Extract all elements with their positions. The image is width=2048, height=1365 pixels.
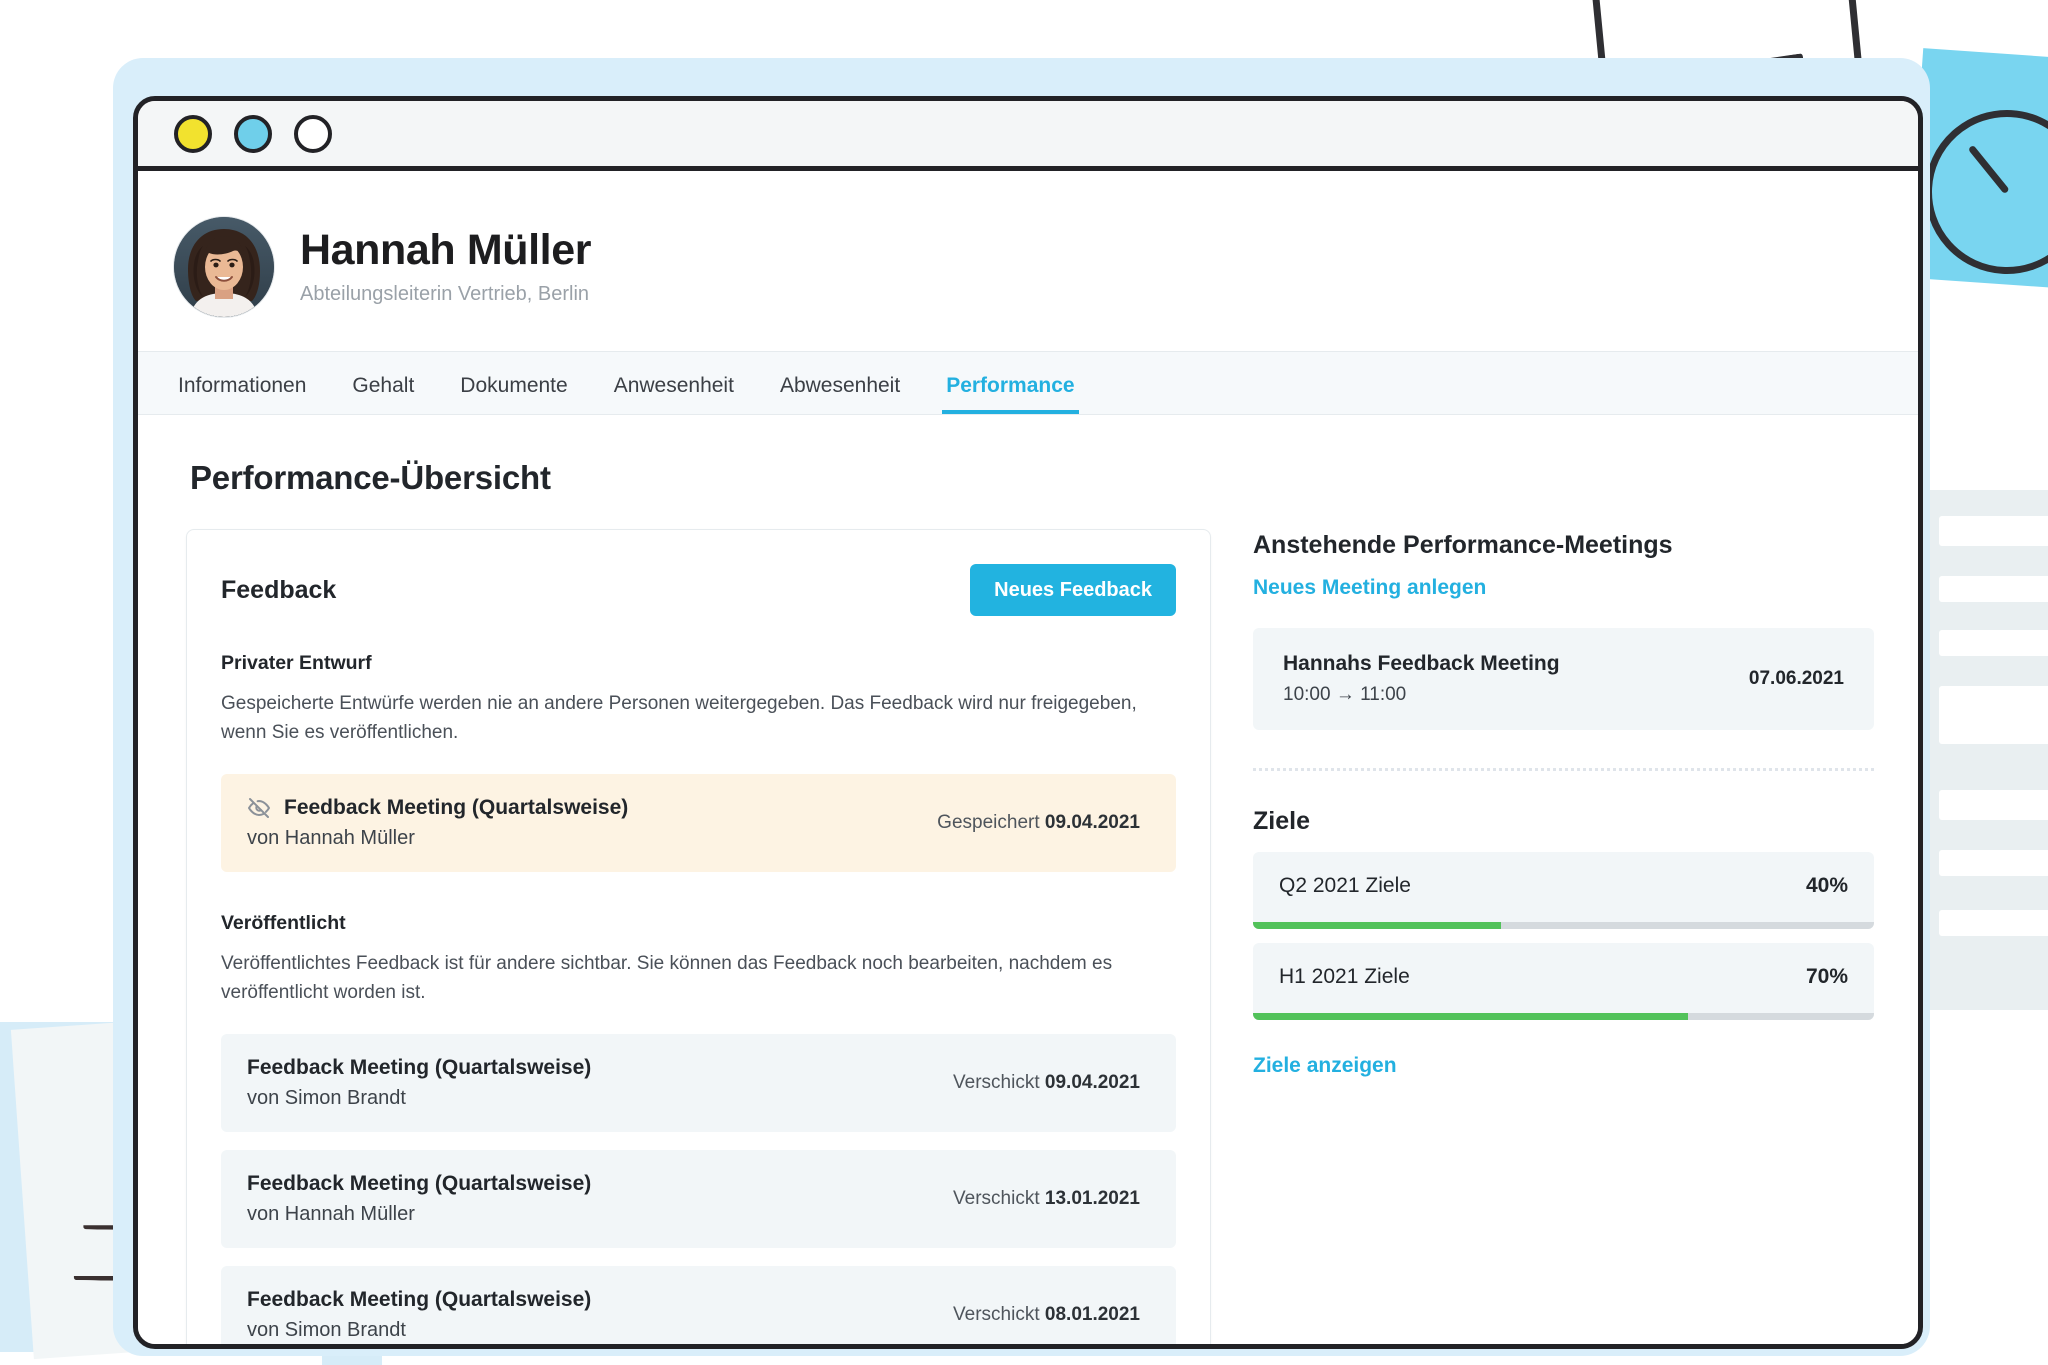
feedback-row-status-label: Verschickt (953, 1071, 1040, 1093)
window-body: Hannah Müller Abteilungsleiterin Vertrie… (138, 171, 1918, 1344)
draft-feedback-list: Feedback Meeting (Quartalsweise) von Hann… (221, 773, 1176, 872)
white-dot[interactable] (294, 114, 332, 153)
feedback-row-status: Verschickt 13.01.2021 (953, 1188, 1150, 1210)
feedback-row-title-text: Feedback Meeting (Quartalsweise) (247, 1055, 592, 1079)
feedback-row-author: von Simon Brandt (247, 1086, 406, 1109)
goal-progress-track (1253, 1013, 1874, 1020)
page-title-name: Hannah Müller (300, 226, 592, 275)
feedback-row-status-label: Verschickt (953, 1303, 1040, 1325)
feedback-row-date: 09.04.2021 (1044, 1071, 1140, 1093)
published-section-heading: Veröffentlicht (221, 911, 346, 934)
clock-hand (1967, 144, 2010, 195)
feedback-row-title: Feedback Meeting (Quartalsweise) (247, 1056, 591, 1080)
eye-off-icon (247, 796, 271, 820)
goal-row: Q2 2021 Ziele 40% (1253, 852, 1874, 922)
feedback-row-date: 08.01.2021 (1044, 1303, 1140, 1325)
goal-name: H1 2021 Ziele (1279, 965, 1410, 988)
yellow-dot[interactable] (174, 114, 218, 159)
meeting-row[interactable]: Hannahs Feedback Meeting 10:00 → 11:00 07.… (1253, 628, 1874, 730)
goal-row: H1 2021 Ziele 70% (1253, 943, 1874, 1013)
meeting-title: Hannahs Feedback Meeting (1283, 652, 1560, 675)
feedback-row-author: von Simon Brandt (247, 1318, 406, 1341)
browser-window: Hannah Müller Abteilungsleiterin Vertrie… (133, 96, 1923, 1349)
meetings-heading: Anstehende Performance-Meetings (1253, 531, 1673, 559)
feedback-row-text: Feedback Meeting (Quartalsweise) von Simo… (247, 1056, 591, 1110)
tab-informationen[interactable]: Informationen (174, 375, 310, 414)
feedback-row-status: Verschickt 08.01.2021 (953, 1304, 1150, 1326)
feedback-row-status-label: Verschickt (953, 1187, 1040, 1209)
tab-abwesenheit[interactable]: Abwesenheit (776, 375, 904, 414)
show-goals-link[interactable]: Ziele anzeigen (1253, 1054, 1397, 1078)
feedback-card: Feedback Neues Feedback Privater Entwurf… (186, 529, 1211, 1344)
published-feedback-list: Feedback Meeting (Quartalsweise) von Simo… (221, 1033, 1176, 1344)
meeting-date: 07.06.2021 (1748, 668, 1844, 689)
goal-item[interactable]: H1 2021 Ziele 70% (1253, 943, 1874, 1020)
goal-percent: 70% (1805, 965, 1848, 988)
feedback-row-title-text: Feedback Meeting (Quartalsweise) (247, 1287, 592, 1311)
feedback-row[interactable]: Feedback Meeting (Quartalsweise) von Simo… (221, 1265, 1176, 1344)
tab-dokumente[interactable]: Dokumente (456, 375, 571, 414)
feedback-card-header: Feedback Neues Feedback (221, 564, 1176, 616)
profile-header: Hannah Müller Abteilungsleiterin Vertrie… (138, 171, 1918, 351)
page-title: Performance-Übersicht (190, 459, 551, 496)
feedback-row-title-text: Feedback Meeting (Quartalsweise) (247, 1171, 592, 1195)
sidebar: Anstehende Performance-Meetings Neues Me… (1253, 529, 1874, 1078)
meeting-time: 10:00 → 11:00 (1283, 684, 1407, 705)
draft-section-description: Gespeicherte Entwürfe werden nie an ande… (221, 693, 1137, 744)
feedback-row-status: Verschickt 09.04.2021 (953, 1072, 1150, 1094)
profile-role: Abteilungsleiterin Vertrieb, Berlin (300, 282, 590, 305)
goals-list: Q2 2021 Ziele 40% H1 2021 Ziele 70% (1253, 852, 1874, 1020)
create-meeting-link[interactable]: Neues Meeting anlegen (1253, 576, 1486, 600)
window-titlebar (138, 101, 1918, 171)
feedback-row[interactable]: Feedback Meeting (Quartalsweise) von Simo… (221, 1033, 1176, 1132)
feedback-row-date: 13.01.2021 (1044, 1187, 1140, 1209)
tab-performance[interactable]: Performance (942, 375, 1079, 414)
published-section-description: Veröffentlichtes Feedback ist für andere… (221, 952, 1113, 1004)
feedback-row-date: 09.04.2021 (1044, 811, 1140, 833)
feedback-row[interactable]: Feedback Meeting (Quartalsweise) von Hann… (221, 773, 1176, 872)
avatar (174, 217, 274, 317)
tab-bar: Informationen Gehalt Dokumente Anwesenheit A… (138, 351, 1918, 415)
goal-progress-fill (1253, 1013, 1688, 1020)
feedback-row-title: Feedback Meeting (Quartalsweise) (247, 1172, 591, 1196)
meetings-list: Hannahs Feedback Meeting 10:00 → 11:00 07.… (1253, 628, 1874, 730)
goal-percent: 40% (1805, 874, 1848, 897)
columns: Feedback Neues Feedback Privater Entwurf… (186, 529, 1874, 1344)
tab-gehalt[interactable]: Gehalt (348, 375, 418, 414)
sidebar-divider (1253, 768, 1874, 771)
feedback-row-text: Feedback Meeting (Quartalsweise) von Hann… (247, 1172, 591, 1226)
draft-section-heading: Privater Entwurf (221, 652, 372, 674)
page-stage: Hannah Müller Abteilungsleiterin Vertrie… (0, 0, 2048, 1365)
new-feedback-button[interactable]: Neues Feedback (970, 564, 1176, 616)
feedback-row-status-label: Gespeichert (937, 811, 1040, 833)
tab-anwesenheit[interactable]: Anwesenheit (610, 375, 738, 414)
feedback-row[interactable]: Feedback Meeting (Quartalsweise) von Hann… (221, 1149, 1176, 1248)
goal-progress-track (1253, 922, 1874, 929)
goal-progress-fill (1253, 922, 1502, 929)
meeting-row-text: Hannahs Feedback Meeting 10:00 → 11:00 (1283, 652, 1560, 706)
feedback-row-text: Feedback Meeting (Quartalsweise) von Hann… (247, 796, 628, 850)
feedback-row-text: Feedback Meeting (Quartalsweise) von Simo… (247, 1288, 591, 1342)
feedback-row-title: Feedback Meeting (Quartalsweise) (247, 1288, 591, 1312)
feedback-row-author: von Hannah Müller (247, 826, 415, 849)
feedback-row-title: Feedback Meeting (Quartalsweise) (247, 796, 628, 820)
feedback-row-author: von Hannah Müller (247, 1202, 415, 1225)
goal-name: Q2 2021 Ziele (1279, 874, 1411, 897)
decor-card-right (1921, 490, 2048, 1010)
goal-item[interactable]: Q2 2021 Ziele 40% (1253, 852, 1874, 929)
feedback-row-title-text: Feedback Meeting (Quartalsweise) (284, 795, 629, 819)
profile-text: Hannah Müller Abteilungsleiterin Vertrie… (300, 228, 591, 305)
blue-dot[interactable] (234, 114, 278, 159)
goals-heading: Ziele (1253, 807, 1310, 835)
content-area: Performance-Übersicht Feedback Neues Fee… (138, 415, 1918, 1344)
feedback-row-status: Gespeichert 09.04.2021 (937, 812, 1150, 834)
feedback-card-title: Feedback (221, 575, 337, 604)
